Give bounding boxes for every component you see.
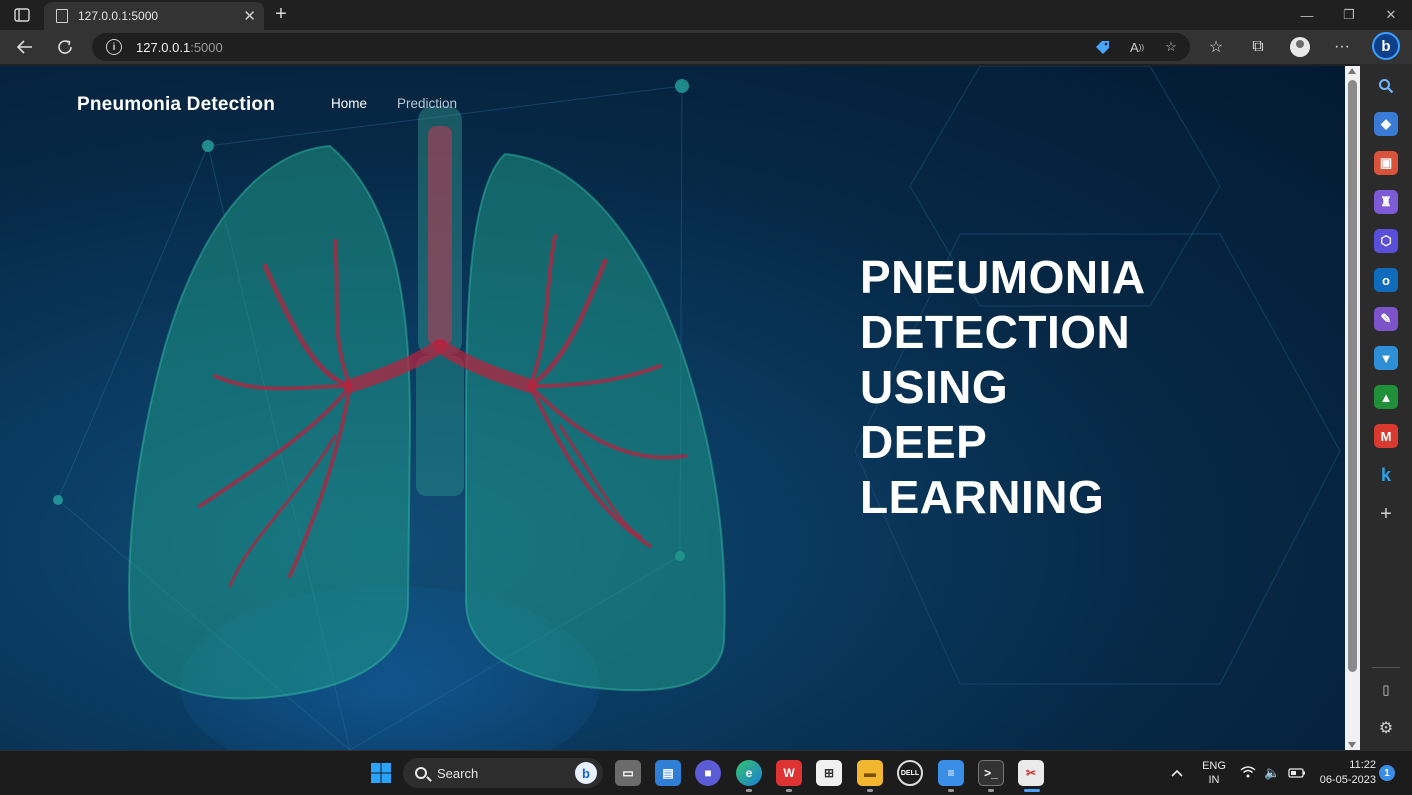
wifi-icon bbox=[1240, 765, 1256, 781]
widgets-icon[interactable]: ▤ bbox=[655, 760, 681, 786]
clock-time: 11:22 bbox=[1349, 759, 1376, 771]
restore-icon[interactable]: ❐ bbox=[1328, 0, 1370, 30]
scrollbar-thumb[interactable] bbox=[1348, 80, 1357, 672]
browser-tab-active[interactable]: 127.0.0.1:5000 ✕ bbox=[44, 2, 264, 30]
volume-icon: 🔈 bbox=[1264, 765, 1281, 780]
close-window-icon[interactable]: ✕ bbox=[1370, 0, 1412, 30]
designer-icon[interactable]: ✎ bbox=[1374, 307, 1398, 331]
language-code: ENG bbox=[1202, 760, 1226, 772]
terminal-icon[interactable]: >_ bbox=[978, 760, 1004, 786]
hero-line: LEARNING bbox=[860, 471, 1105, 523]
scroll-up-arrow-icon[interactable] bbox=[1348, 68, 1356, 74]
site-navbar: Pneumonia Detection Home Prediction bbox=[0, 66, 1345, 146]
search-icon bbox=[415, 767, 427, 779]
notification-badge[interactable]: 1 bbox=[1379, 765, 1395, 781]
shopping-icon[interactable]: ◆ bbox=[1374, 112, 1398, 136]
address-bar-actions: A)) ☆ bbox=[1092, 37, 1182, 57]
add-favorite-icon[interactable]: ☆ bbox=[1160, 37, 1182, 57]
running-indicator bbox=[948, 789, 954, 792]
scroll-down-arrow-icon[interactable] bbox=[1348, 742, 1356, 748]
url-host: 127.0.0.1 bbox=[136, 39, 191, 55]
battery-icon bbox=[1288, 766, 1306, 781]
window-controls: — ❐ ✕ bbox=[1286, 0, 1412, 30]
tab-actions-icon[interactable] bbox=[8, 5, 36, 25]
sidebar-settings-icon[interactable]: ⚙ bbox=[1374, 716, 1398, 740]
sidebar-divider bbox=[1372, 667, 1400, 668]
bing-icon: b bbox=[575, 762, 597, 784]
collections-icon[interactable]: ⧉ bbox=[1244, 34, 1272, 60]
windows-taskbar: Search b ▭ ▤ ■ e W ⊞ ▬ DELL ≡ >_ ✂ ENG I… bbox=[0, 750, 1412, 794]
avatar bbox=[1290, 37, 1310, 57]
edge-sidebar: ◆ ▣ ♜ ⬡ o ✎ ▼ ▲ M k + ▯ ⚙ bbox=[1360, 64, 1412, 750]
tools-icon[interactable]: ▣ bbox=[1374, 151, 1398, 175]
toolbar-right-icons: ☆ ⧉ ··· bbox=[1202, 34, 1356, 60]
hero-line: DETECTION bbox=[860, 306, 1131, 358]
show-hidden-icons[interactable] bbox=[1170, 751, 1184, 795]
hero-line: USING bbox=[860, 361, 1009, 413]
games-icon[interactable]: ♜ bbox=[1374, 190, 1398, 214]
file-explorer-icon[interactable]: ▬ bbox=[857, 760, 883, 786]
running-indicator bbox=[867, 789, 873, 792]
dell-icon[interactable]: DELL bbox=[897, 760, 923, 786]
running-indicator bbox=[746, 789, 752, 792]
search-icon[interactable] bbox=[1374, 74, 1398, 98]
read-aloud-icon[interactable]: A)) bbox=[1126, 37, 1148, 57]
taskbar-search[interactable]: Search b bbox=[403, 758, 603, 788]
favorites-icon[interactable]: ☆ bbox=[1202, 34, 1230, 60]
nav-link-prediction[interactable]: Prediction bbox=[397, 96, 457, 111]
notepad-icon[interactable]: ≡ bbox=[938, 760, 964, 786]
edge-icon[interactable]: e bbox=[736, 760, 762, 786]
site-info-icon[interactable]: i bbox=[106, 39, 122, 55]
page-scrollbar[interactable] bbox=[1345, 66, 1360, 750]
microsoft-365-icon[interactable]: ⬡ bbox=[1374, 229, 1398, 253]
drop-icon[interactable]: ▼ bbox=[1374, 346, 1398, 370]
nav-link-home[interactable]: Home bbox=[331, 96, 367, 111]
address-bar[interactable]: i 127.0.0.1:5000 A)) ☆ bbox=[92, 33, 1190, 61]
hide-sidebar-icon[interactable]: ▯ bbox=[1374, 678, 1398, 702]
region-code: IN bbox=[1208, 774, 1220, 786]
task-view-icon[interactable]: ▭ bbox=[615, 760, 641, 786]
input-language[interactable]: ENG IN bbox=[1200, 759, 1228, 787]
snipping-tool-icon[interactable]: ✂ bbox=[1018, 760, 1044, 786]
outlook-icon[interactable]: o bbox=[1374, 268, 1398, 292]
gmail-icon[interactable]: M bbox=[1374, 424, 1398, 448]
windows-start-icon[interactable] bbox=[368, 760, 394, 786]
url-port: :5000 bbox=[190, 39, 223, 55]
more-options-icon[interactable]: ··· bbox=[1328, 34, 1356, 60]
back-icon[interactable] bbox=[12, 34, 38, 60]
hero-heading: PNEUMONIA DETECTION USING DEEP LEARNING bbox=[860, 250, 1146, 525]
close-tab-icon[interactable]: ✕ bbox=[243, 7, 256, 25]
browser-tab-bar: 127.0.0.1:5000 ✕ + — ❐ ✕ bbox=[0, 0, 1412, 30]
running-indicator bbox=[786, 789, 792, 792]
site-brand[interactable]: Pneumonia Detection bbox=[77, 94, 275, 116]
system-tray-icons[interactable]: 🔈 bbox=[1240, 751, 1306, 795]
hero-line: PNEUMONIA bbox=[860, 251, 1146, 303]
profile-button[interactable] bbox=[1286, 34, 1314, 60]
new-tab-icon[interactable]: + bbox=[270, 3, 292, 25]
wps-office-icon[interactable]: W bbox=[776, 760, 802, 786]
active-indicator bbox=[1024, 789, 1040, 792]
hero-line: DEEP bbox=[860, 416, 988, 468]
teams-chat-icon[interactable]: ■ bbox=[695, 760, 721, 786]
refresh-icon[interactable] bbox=[52, 34, 78, 60]
running-indicator bbox=[988, 789, 994, 792]
minimize-icon[interactable]: — bbox=[1286, 0, 1328, 30]
clock-date: 06-05-2023 bbox=[1319, 774, 1376, 786]
browser-toolbar: i 127.0.0.1:5000 A)) ☆ ☆ ⧉ ··· b bbox=[0, 30, 1412, 64]
tree-icon[interactable]: ▲ bbox=[1374, 385, 1398, 409]
k-app-icon[interactable]: k bbox=[1374, 463, 1398, 487]
coupon-tag-icon[interactable] bbox=[1092, 37, 1114, 57]
add-sidebar-app-icon[interactable]: + bbox=[1374, 502, 1398, 526]
bing-chat-icon[interactable]: b bbox=[1372, 32, 1400, 60]
web-page: Pneumonia Detection Home Prediction PNEU… bbox=[0, 66, 1345, 750]
page-icon bbox=[56, 9, 68, 23]
taskbar-clock[interactable]: 11:22 06-05-2023 bbox=[1310, 758, 1376, 788]
tab-title: 127.0.0.1:5000 bbox=[78, 9, 159, 23]
taskbar-search-label: Search bbox=[437, 765, 479, 781]
microsoft-store-icon[interactable]: ⊞ bbox=[816, 760, 842, 786]
